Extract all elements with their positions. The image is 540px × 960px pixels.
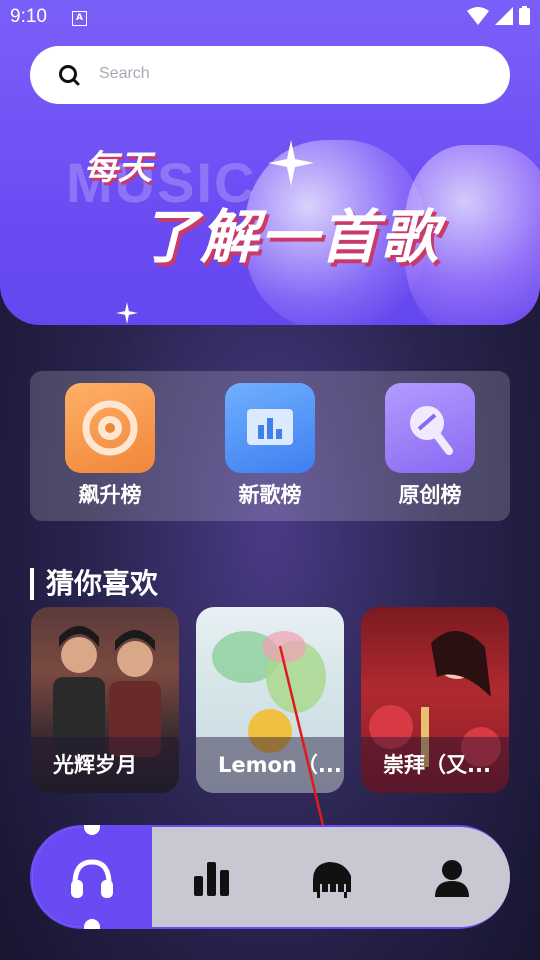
wifi-icon [467,6,489,25]
banner-line2: 了解一首歌 [140,203,441,271]
album-card[interactable]: Lemon（... [196,607,344,793]
signal-icon [495,6,513,25]
nav-profile[interactable] [422,855,482,901]
nav-charts[interactable] [182,855,242,901]
mic-icon [385,383,475,473]
bar-chart-icon [225,383,315,473]
status-time: 9:10 [10,6,47,27]
chart-label: 新歌榜 [238,483,302,507]
search-placeholder: Search [99,65,150,82]
battery-icon [519,6,530,25]
bottom-navigation [30,825,510,929]
chart-item-rising[interactable]: 飙升榜 [60,383,160,509]
user-icon [435,860,469,897]
section-title: 猜你喜欢 [30,568,158,600]
status-bar: 9:10 A [0,0,540,36]
nav-notch [84,919,100,929]
album-card[interactable]: 光辉岁月 [31,607,179,793]
nav-notch [84,825,100,835]
album-title: Lemon（... [196,737,344,793]
sparkle-icon [268,140,314,186]
disc-icon [65,383,155,473]
album-card[interactable]: 崇拜（又... [361,607,509,793]
album-title: 光辉岁月 [31,737,179,793]
album-title: 崇拜（又... [361,737,509,793]
sparkle-icon [116,302,138,324]
piano-icon [313,862,351,898]
search-input[interactable]: Search [30,46,510,104]
chart-label: 原创榜 [398,483,462,507]
nav-piano[interactable] [302,855,362,901]
search-icon [59,65,80,86]
headphones-icon [71,859,113,898]
bar-chart-icon [194,862,229,896]
status-icons [467,6,530,25]
chart-item-original[interactable]: 原创榜 [380,383,480,509]
chart-item-new[interactable]: 新歌榜 [220,383,320,509]
banner-line1: 每天 [84,148,152,188]
chart-categories: 飙升榜 新歌榜 原创榜 [30,371,510,521]
a-icon: A [72,11,87,26]
nav-headphones[interactable] [62,855,122,901]
chart-label: 飙升榜 [78,483,142,507]
